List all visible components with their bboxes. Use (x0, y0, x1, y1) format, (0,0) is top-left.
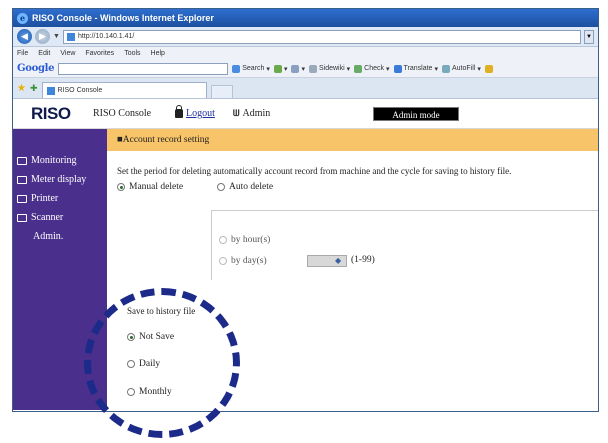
add-favorites-icon[interactable]: ✚ (30, 83, 38, 94)
spellcheck-icon (354, 64, 363, 73)
by-day-label: by day(s) (231, 256, 267, 266)
user-indicator: ᗯ Admin (233, 108, 373, 119)
ie-logo-icon: e (17, 12, 28, 24)
auto-delete-label: Auto delete (229, 182, 274, 192)
menu-view[interactable]: View (60, 50, 75, 57)
by-hour-option: by hour(s) (219, 235, 270, 245)
tab-row: ★ ✚ RISO Console (13, 78, 598, 99)
sidebar-item-monitoring[interactable]: Monitoring (13, 151, 107, 170)
check-label: Check (364, 65, 385, 72)
auto-delete-option[interactable]: Auto delete (217, 182, 273, 192)
section-header: ■Account record setting (107, 129, 598, 151)
by-day-radio (219, 257, 227, 265)
console-label: RISO Console (93, 108, 152, 119)
page-icon (66, 32, 75, 41)
autofill-icon (441, 64, 450, 73)
sidebar-item-printer[interactable]: Printer (13, 189, 107, 208)
sidebar-item-label: Printer (31, 193, 59, 204)
user-label: Admin (242, 108, 271, 119)
tab-riso-console[interactable]: RISO Console (41, 82, 207, 98)
sidebar-item-admin[interactable]: Admin. (13, 227, 107, 246)
forward-icon[interactable]: ▶ (35, 29, 50, 44)
manual-delete-option[interactable]: Manual delete (117, 182, 183, 192)
menu-bar: File Edit View Favorites Tools Help (13, 47, 598, 60)
menu-file[interactable]: File (17, 50, 28, 57)
google-logo-text: Google (17, 63, 55, 74)
day-range-label: (1-99) (351, 255, 375, 265)
menu-help[interactable]: Help (151, 50, 165, 57)
riso-logo: RISO (31, 103, 71, 123)
favorites-star-icon[interactable]: ★ (17, 83, 26, 94)
check-button[interactable]: Check ▾ (354, 64, 390, 73)
autofill-label: AutoFill (451, 65, 476, 72)
menu-favorites[interactable]: Favorites (85, 50, 114, 57)
sidebar-item-scanner[interactable]: Scanner (13, 208, 107, 227)
description-text: Set the period for deleting automaticall… (117, 166, 512, 176)
title-bar: e RISO Console - Windows Internet Explor… (13, 9, 598, 27)
spinner-icon: ◆ (335, 256, 342, 265)
logout-link[interactable]: Logout (175, 105, 233, 119)
sidebar-item-label: Monitoring (31, 155, 77, 166)
manual-delete-label: Manual delete (129, 182, 184, 192)
autofill-button[interactable]: AutoFill ▾ (441, 64, 481, 73)
address-row: ◀ ▶ ▼ http://10.140.1.41/ ▼ (13, 27, 598, 47)
sidewiki-label: Sidewiki (318, 65, 345, 72)
admin-mode-badge: Admin mode (373, 106, 459, 121)
window-title: RISO Console - Windows Internet Explorer (32, 13, 214, 23)
sidewiki-icon (308, 64, 317, 73)
address-url: http://10.140.1.41/ (77, 32, 135, 40)
menu-tools[interactable]: Tools (124, 50, 140, 57)
history-dropdown-icon[interactable]: ▼ (53, 33, 60, 40)
address-dropdown-icon[interactable]: ▼ (584, 29, 594, 44)
app-header: RISO RISO Console Logout ᗯ Admin Admin m… (13, 99, 598, 129)
pencil-icon (484, 64, 493, 73)
pagerank-icon (273, 64, 282, 73)
search-label: Search (242, 65, 265, 72)
share-button[interactable]: ▾ (291, 64, 305, 73)
sidebar-item-meter-display[interactable]: Meter display (13, 170, 107, 189)
translate-label: Translate (403, 65, 433, 72)
crown-icon: ᗯ (233, 108, 239, 118)
search-icon (232, 64, 241, 73)
share-icon (291, 64, 300, 73)
lock-icon (175, 105, 183, 118)
translate-button[interactable]: Translate ▾ (393, 64, 438, 73)
google-search-input[interactable] (58, 62, 229, 75)
by-day-option: by day(s) (219, 256, 267, 266)
google-search-button[interactable]: Search ▾ (232, 64, 270, 73)
period-box (211, 210, 598, 280)
address-input[interactable]: http://10.140.1.41/ (62, 29, 581, 44)
by-hour-radio (219, 236, 227, 244)
sidebar-item-label: Scanner (31, 212, 64, 223)
back-icon[interactable]: ◀ (17, 29, 32, 44)
sidebar-item-label: Admin. (33, 231, 64, 242)
pencil-button[interactable] (484, 64, 493, 73)
auto-delete-radio[interactable] (217, 183, 225, 191)
meter-icon (17, 175, 27, 184)
new-tab-button[interactable] (210, 85, 233, 98)
tab-page-icon (46, 86, 55, 95)
annotation-dashed-circle (84, 288, 240, 438)
sidewiki-button[interactable]: Sidewiki ▾ (308, 64, 350, 73)
sidebar-item-label: Meter display (31, 174, 87, 185)
menu-edit[interactable]: Edit (38, 50, 50, 57)
manual-delete-radio[interactable] (117, 183, 125, 191)
google-toolbar: Google Search ▾ ▾ ▾ Sidewiki ▾ Check ▾ T… (13, 60, 598, 78)
scanner-icon (17, 213, 27, 222)
monitor-icon (17, 156, 27, 165)
printer-icon (17, 194, 27, 203)
logout-label: Logout (186, 108, 215, 119)
translate-icon (393, 64, 402, 73)
tab-label: RISO Console (57, 87, 103, 94)
by-hour-label: by hour(s) (231, 235, 271, 245)
google-logo: Google (17, 63, 55, 74)
pagerank-button[interactable]: ▾ (273, 64, 287, 73)
